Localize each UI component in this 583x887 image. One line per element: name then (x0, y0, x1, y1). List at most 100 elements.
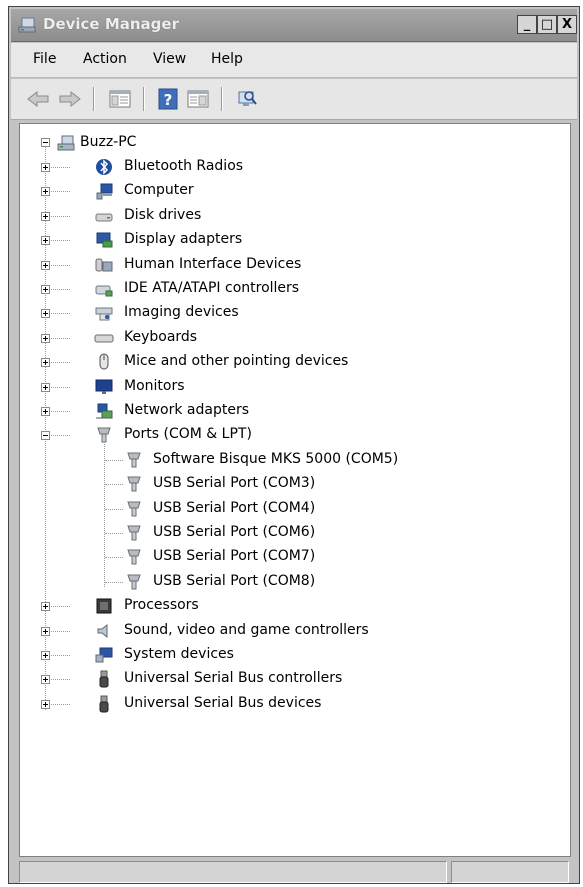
collapse-toggle[interactable] (41, 138, 50, 147)
imaging-device-icon (95, 307, 113, 321)
tree-connector (105, 533, 123, 534)
category-label: Computer (124, 182, 194, 199)
expand-toggle[interactable] (41, 602, 50, 612)
category-label: IDE ATA/ATAPI controllers (124, 280, 300, 296)
collapse-toggle[interactable] (41, 431, 50, 441)
monitor-icon (95, 379, 113, 394)
category-label: Imaging devices (124, 304, 239, 321)
category-label: Processors (124, 597, 199, 614)
tree-category-computer[interactable]: Computer (20, 180, 560, 202)
expand-toggle[interactable] (41, 675, 50, 685)
expand-toggle[interactable] (41, 236, 50, 246)
tree-port-item[interactable]: USB Serial Port (COM4) (20, 498, 560, 520)
show-hide-console-tree-icon[interactable] (107, 87, 133, 111)
menu-view[interactable]: View (153, 51, 186, 67)
expand-toggle[interactable] (41, 407, 50, 416)
device-tree[interactable]: Buzz-PC Bluetooth Radios Computer Disk dri… (19, 123, 571, 857)
port-icon (127, 452, 141, 468)
toolbar-separator (143, 87, 144, 111)
expand-toggle[interactable] (41, 699, 50, 709)
tree-category-universal-serial-bus-devices[interactable]: Universal Serial Bus devices (20, 693, 560, 715)
title-bar[interactable]: Device Manager _ □ X (11, 9, 577, 42)
disk-drive-icon (95, 213, 113, 222)
forward-arrow-icon[interactable] (57, 87, 83, 111)
expand-toggle[interactable] (41, 211, 50, 221)
usb-icon (99, 670, 109, 688)
tree-category-mice-and-other-pointing-devices[interactable]: Mice and other pointing devices (20, 351, 560, 373)
tree-category-human-interface-devices[interactable]: Human Interface Devices (20, 254, 560, 276)
tree-category-bluetooth-radios[interactable]: Bluetooth Radios (20, 156, 560, 178)
tree-category-display-adapters[interactable]: Display adapters (20, 229, 560, 251)
expand-toggle[interactable] (41, 260, 50, 270)
status-pane-secondary (451, 861, 569, 883)
expand-toggle[interactable] (41, 163, 50, 172)
back-arrow-icon[interactable] (25, 87, 51, 111)
menu-bar: File Action View Help (11, 43, 577, 78)
tree-connector (105, 459, 123, 461)
tree-category-ports-com-lpt[interactable]: Ports (COM & LPT) (20, 424, 560, 446)
tree-category-system-devices[interactable]: System devices (20, 644, 560, 666)
device-manager-icon (18, 17, 36, 33)
svg-text:?: ? (164, 91, 173, 109)
status-bar (19, 859, 571, 883)
window-title: Device Manager (43, 15, 179, 33)
tree-port-item[interactable]: Software Bisque MKS 5000 (COM5) (20, 449, 560, 471)
category-label: Keyboards (124, 328, 198, 345)
tree-category-universal-serial-bus-controllers[interactable]: Universal Serial Bus controllers (20, 668, 560, 690)
properties-icon[interactable] (185, 87, 211, 111)
tree-category-monitors[interactable]: Monitors (20, 376, 560, 398)
minimize-button[interactable]: _ (517, 15, 537, 34)
category-label: Bluetooth Radios (124, 158, 244, 174)
expand-toggle[interactable] (41, 187, 50, 197)
hid-icon (95, 258, 113, 272)
category-label: Display adapters (124, 231, 243, 248)
menu-help[interactable]: Help (211, 51, 243, 67)
category-label: Universal Serial Bus devices (124, 694, 322, 711)
expand-toggle[interactable] (41, 358, 50, 368)
expand-toggle[interactable] (41, 651, 50, 660)
help-icon[interactable]: ? (155, 87, 181, 111)
tree-port-item[interactable]: USB Serial Port (COM7) (20, 546, 560, 568)
category-label: Ports (COM & LPT) (124, 426, 252, 443)
usb-icon (99, 695, 109, 713)
menu-file[interactable]: File (33, 51, 56, 67)
expand-toggle[interactable] (41, 626, 50, 636)
tree-category-imaging-devices[interactable]: Imaging devices (20, 302, 560, 324)
tree-port-item[interactable]: USB Serial Port (COM6) (20, 522, 560, 544)
port-icon (127, 525, 141, 541)
tree-category-disk-drives[interactable]: Disk drives (20, 205, 560, 227)
tree-connector (105, 557, 123, 559)
category-label: Human Interface Devices (124, 255, 302, 272)
port-label: Software Bisque MKS 5000 (COM5) (153, 450, 399, 467)
port-label: USB Serial Port (COM4) (153, 499, 316, 516)
keyboard-icon (94, 334, 114, 343)
expand-toggle[interactable] (41, 382, 50, 392)
port-icon (127, 574, 141, 590)
menu-action[interactable]: Action (83, 51, 127, 67)
maximize-button[interactable]: □ (537, 15, 557, 34)
expand-toggle[interactable] (41, 285, 50, 294)
tree-category-network-adapters[interactable]: Network adapters (20, 400, 560, 422)
computer-tree-root-icon (57, 135, 75, 151)
close-button[interactable]: X (557, 15, 577, 34)
tree-category-sound-video-and-game-controllers[interactable]: Sound, video and game controllers (20, 620, 560, 642)
tree-connector (105, 508, 123, 510)
tree-port-item[interactable]: USB Serial Port (COM8) (20, 571, 560, 593)
tree-category-processors[interactable]: Processors (20, 595, 560, 617)
tree-port-item[interactable]: USB Serial Port (COM3) (20, 473, 560, 495)
port-label: USB Serial Port (COM6) (153, 524, 316, 540)
tree-category-ide-ata-atapi-controllers[interactable]: IDE ATA/ATAPI controllers (20, 278, 560, 300)
computer-icon (96, 183, 113, 200)
category-label: System devices (124, 646, 234, 662)
display-adapter-icon (96, 232, 113, 248)
category-label: Universal Serial Bus controllers (124, 670, 343, 687)
expand-toggle[interactable] (41, 333, 50, 343)
tree-category-keyboards[interactable]: Keyboards (20, 327, 560, 349)
bluetooth-icon (96, 159, 112, 175)
scan-hardware-icon[interactable] (233, 87, 259, 111)
tree-root-buzz-pc[interactable]: Buzz-PC (20, 132, 560, 154)
category-label: Disk drives (124, 206, 202, 223)
category-label: Monitors (124, 377, 185, 394)
category-label: Network adapters (124, 402, 249, 418)
expand-toggle[interactable] (41, 309, 50, 319)
